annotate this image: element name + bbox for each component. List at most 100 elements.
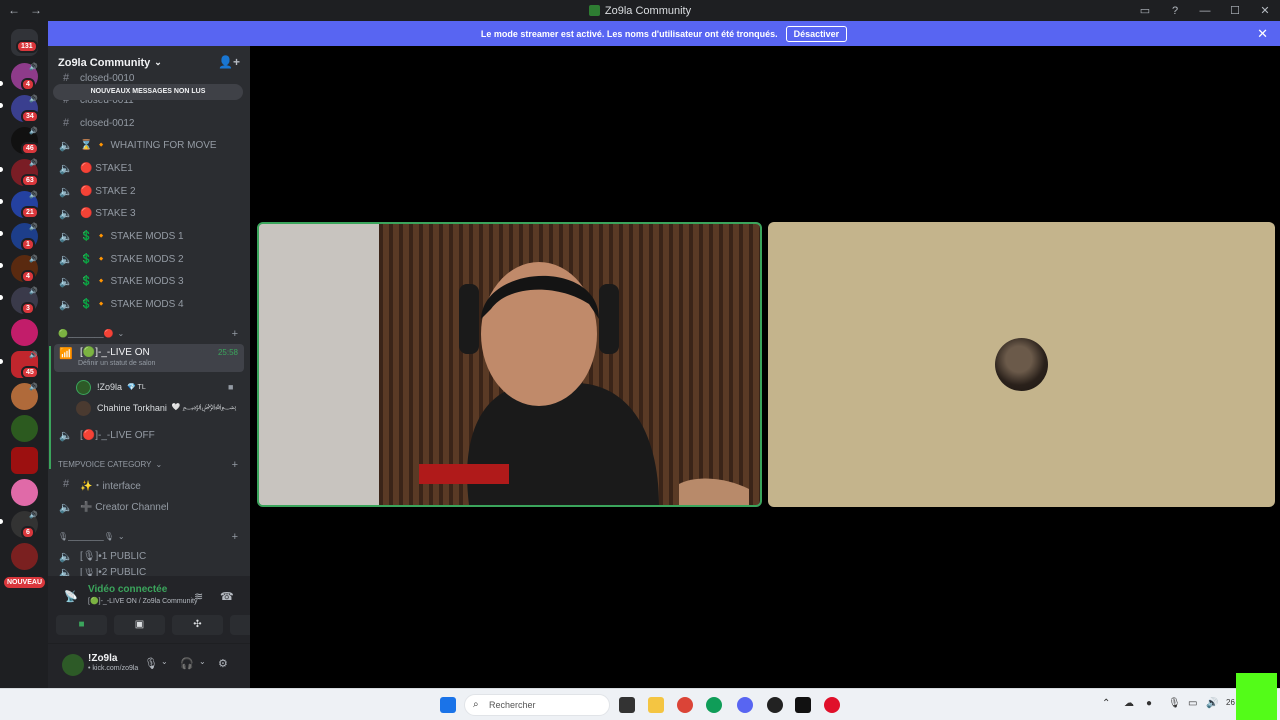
speaker-icon: 🔊 xyxy=(29,352,38,359)
screen-share-button[interactable]: ▣ xyxy=(114,615,165,635)
invite-people-icon[interactable]: 👤+ xyxy=(218,55,240,69)
server-icon[interactable] xyxy=(11,319,38,346)
category-tempvoice[interactable]: TEMPVOICE CATEGORY ⌄ + xyxy=(58,459,244,471)
server-badge: 6 xyxy=(21,526,35,539)
voice-status-title: Vidéo connectée xyxy=(88,584,168,595)
volume-icon[interactable]: 🔊 xyxy=(1206,698,1218,709)
channel-label: closed-0010 xyxy=(80,72,135,84)
speaker-icon: 🔊 xyxy=(29,128,38,135)
window-title: Zo9la Community xyxy=(0,5,1280,17)
add-channel-icon[interactable]: + xyxy=(232,459,238,471)
epic-games-icon[interactable] xyxy=(795,697,811,713)
server-icon[interactable] xyxy=(11,543,38,570)
taskbar-search[interactable]: ⌕ Rechercher xyxy=(464,694,610,716)
windows-start-icon[interactable] xyxy=(440,697,456,713)
voice-channel-item[interactable]: 🔈 [🎙]•2 PUBLIC xyxy=(54,568,244,576)
channel-label: ⌛ 🔸 WHAITING FOR MOVE xyxy=(80,139,217,151)
voice-channel-item[interactable]: 🔈 [🔴]-_-LIVE OFF xyxy=(54,425,244,445)
speaker-icon: 🔈 xyxy=(59,253,73,266)
speaker-icon: 🔊 xyxy=(29,384,38,391)
edge-icon[interactable] xyxy=(706,697,722,713)
voice-channel-item[interactable]: 🔈 💲 🔸 STAKE MODS 1 xyxy=(54,226,244,246)
voice-action-buttons: ■ ▣ ✣ ✧ xyxy=(56,615,281,635)
category-public[interactable]: 🎙________🎙 ⌄ + xyxy=(58,531,244,543)
close-window-button[interactable]: ✕ xyxy=(1250,4,1280,17)
server-icon[interactable] xyxy=(11,415,38,442)
chevron-down-icon[interactable]: ⌄ xyxy=(199,657,206,666)
chevron-down-icon: ⌄ xyxy=(154,57,162,67)
disconnect-icon[interactable]: ☎ xyxy=(220,590,234,603)
streamer-mode-banner: Le mode streamer est activé. Les noms d'… xyxy=(48,21,1280,46)
channel-label: 🔴 STAKE 2 xyxy=(80,185,136,197)
new-servers-badge[interactable]: NOUVEAU xyxy=(4,577,46,588)
server-icon[interactable] xyxy=(11,479,38,506)
voice-user[interactable]: !Zo9la 💎 TL ■ xyxy=(76,378,233,396)
video-tile-avatar[interactable] xyxy=(768,222,1275,507)
add-channel-icon[interactable]: + xyxy=(232,328,238,340)
minimize-button[interactable]: — xyxy=(1190,5,1220,17)
avatar[interactable] xyxy=(62,654,84,676)
voice-channel-item[interactable]: 🔈 ➕ Creator Channel xyxy=(54,497,244,517)
speaker-icon: 🔈 xyxy=(59,185,73,198)
voice-channel-item[interactable]: 🔈 💲 🔸 STAKE MODS 2 xyxy=(54,249,244,269)
chrome-icon[interactable] xyxy=(677,697,693,713)
voice-channel-path[interactable]: [🟢]-_-LIVE ON / Zo9la Community xyxy=(88,597,197,605)
category-label: TEMPVOICE CATEGORY xyxy=(58,460,152,469)
noise-suppression-icon[interactable]: ≋ xyxy=(194,590,203,603)
active-voice-channel[interactable]: 📶 [🟢]-_-LIVE ON 25:58 Définir un statut … xyxy=(54,344,244,372)
banner-close-icon[interactable]: ✕ xyxy=(1257,26,1268,42)
window-title-text: Zo9la Community xyxy=(604,5,692,17)
unread-messages-banner[interactable]: NOUVEAUX MESSAGES NON LUS xyxy=(53,84,243,100)
speaker-icon: 🔊 xyxy=(29,512,38,519)
settings-gear-icon[interactable]: ⚙ xyxy=(218,657,228,670)
speaker-icon: 🔈 xyxy=(59,298,73,311)
cast-icon[interactable]: ▭ xyxy=(1130,4,1160,17)
tray-chevron-icon[interactable]: ⌃ xyxy=(1102,698,1110,709)
voice-channel-item[interactable]: 🔈 [🎙]•1 PUBLIC xyxy=(54,546,244,566)
task-view-icon[interactable] xyxy=(619,697,635,713)
display-icon[interactable]: ▭ xyxy=(1188,698,1197,709)
server-icon[interactable] xyxy=(11,447,38,474)
chevron-down-icon[interactable]: ⌄ xyxy=(161,657,168,666)
voice-channel-item[interactable]: 🔈 🔴 STAKE 3 xyxy=(54,203,244,223)
disable-streamer-button[interactable]: Désactiver xyxy=(785,25,848,42)
headphones-icon[interactable]: 🎧 xyxy=(180,657,194,670)
channel-item[interactable]: # closed-0012 xyxy=(54,113,244,133)
video-tile-camera[interactable] xyxy=(257,222,762,507)
hash-icon: # xyxy=(62,478,70,490)
channel-item[interactable]: # ✨・interface xyxy=(54,474,244,494)
microphone-icon[interactable]: 🎙 xyxy=(144,657,158,670)
onedrive-icon[interactable]: ☁ xyxy=(1124,698,1134,709)
server-badge: 3 xyxy=(21,302,35,315)
chevron-down-icon: ⌄ xyxy=(117,329,125,338)
voice-channel-item[interactable]: 🔈 ⌛ 🔸 WHAITING FOR MOVE xyxy=(54,135,244,155)
kick-logo-icon xyxy=(1236,673,1277,720)
category-live[interactable]: 🟢________🔴 ⌄ + xyxy=(58,328,244,340)
voice-channel-item[interactable]: 🔈 🔴 STAKE1 xyxy=(54,158,244,178)
activities-button[interactable]: ✣ xyxy=(172,615,223,635)
camera-button[interactable]: ■ xyxy=(56,615,107,635)
speaker-icon: 🔈 xyxy=(59,162,73,175)
participant-avatar xyxy=(995,338,1048,391)
server-badge: 63 xyxy=(21,174,39,187)
voice-user[interactable]: Chahine Torkhani 🤍 ﷽ xyxy=(76,399,236,417)
set-channel-status[interactable]: Définir un statut de salon xyxy=(78,360,155,367)
opera-icon[interactable] xyxy=(824,697,840,713)
tray-mic-icon[interactable]: 🎙 xyxy=(1168,698,1181,709)
maximize-button[interactable]: ☐ xyxy=(1220,4,1250,17)
voice-channel-item[interactable]: 🔈 💲 🔸 STAKE MODS 4 xyxy=(54,294,244,314)
discord-taskbar-icon[interactable] xyxy=(737,697,753,713)
taskbar-date[interactable]: 26 xyxy=(1226,698,1235,707)
channel-label: 💲 🔸 STAKE MODS 3 xyxy=(80,275,184,287)
speaker-icon: 🔊 xyxy=(29,224,38,231)
server-badge: 4 xyxy=(21,270,35,283)
channel-label: ➕ Creator Channel xyxy=(80,501,169,513)
add-channel-icon[interactable]: + xyxy=(232,531,238,543)
app-taskbar-icon[interactable] xyxy=(767,697,783,713)
voice-channel-item[interactable]: 🔈 🔴 STAKE 2 xyxy=(54,181,244,201)
tray-app-icon[interactable]: ● xyxy=(1146,698,1152,709)
channel-label: 💲 🔸 STAKE MODS 1 xyxy=(80,230,184,242)
help-icon[interactable]: ? xyxy=(1160,5,1190,17)
file-explorer-icon[interactable] xyxy=(648,697,664,713)
voice-channel-item[interactable]: 🔈 💲 🔸 STAKE MODS 3 xyxy=(54,271,244,291)
